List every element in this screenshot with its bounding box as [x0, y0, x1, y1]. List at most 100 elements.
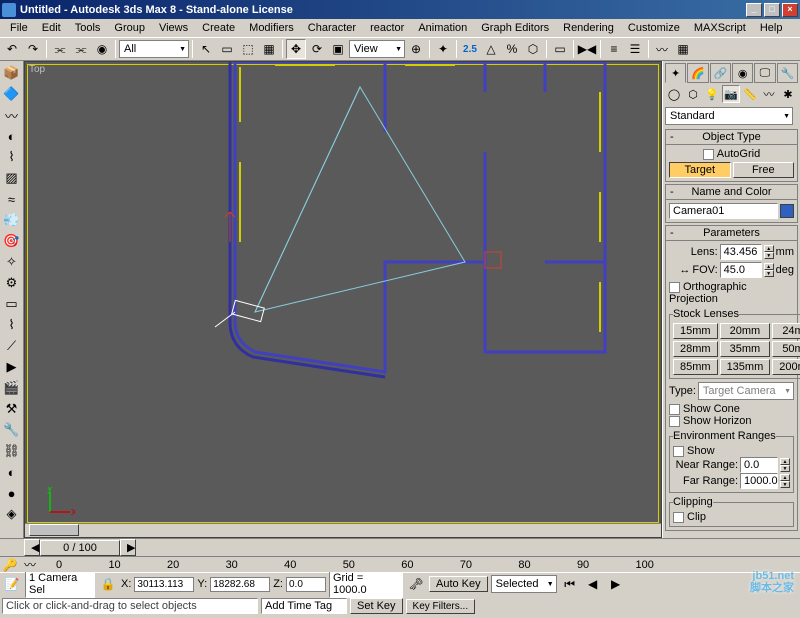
reactor-fracture-icon[interactable]: ✧: [2, 252, 22, 272]
mirror-button[interactable]: ▶◀: [577, 39, 597, 59]
timeslider-right-icon[interactable]: ▶: [120, 539, 136, 556]
script-listener-icon[interactable]: 📝: [2, 574, 22, 594]
autogrid-checkbox[interactable]: [703, 149, 714, 160]
menu-edit[interactable]: Edit: [36, 21, 67, 35]
x-coord-field[interactable]: 30113.113: [134, 577, 194, 592]
lens-35[interactable]: 35mm: [720, 341, 771, 357]
reactor-hinge-icon[interactable]: ◐: [2, 462, 22, 482]
minimize-button[interactable]: _: [746, 3, 762, 17]
snap-button[interactable]: 2.5: [460, 39, 480, 59]
ortho-checkbox[interactable]: [669, 282, 680, 293]
selection-filter-dropdown[interactable]: All: [119, 40, 189, 58]
keyfilters-button[interactable]: Key Filters...: [406, 599, 476, 614]
object-name-field[interactable]: Camera01: [669, 203, 778, 219]
far-range-field[interactable]: 1000.0: [740, 473, 778, 489]
time-slider[interactable]: ◀ 0 / 100 ▶: [0, 538, 800, 556]
menu-reactor[interactable]: reactor: [364, 21, 410, 35]
z-coord-field[interactable]: 0.0: [286, 577, 326, 592]
timeline-ruler[interactable]: 🔑〰 0102030405060708090100: [0, 556, 800, 572]
select-button[interactable]: ↖: [196, 39, 216, 59]
lens-24[interactable]: 24mm: [772, 323, 800, 339]
reactor-cloth-icon[interactable]: 〰: [2, 105, 22, 125]
shapes-subtab[interactable]: ⬡: [684, 85, 702, 103]
viewport[interactable]: Top: [24, 61, 662, 538]
curve-editor-button[interactable]: 〰: [652, 39, 672, 59]
fov-field[interactable]: 45.0: [720, 262, 762, 278]
lens-135[interactable]: 135mm: [720, 359, 771, 375]
lens-spinner[interactable]: ▲▼: [764, 245, 774, 259]
near-range-field[interactable]: 0.0: [740, 457, 778, 473]
reactor-dashpot-icon[interactable]: ⟋: [2, 336, 22, 356]
angle-snap-button[interactable]: △: [481, 39, 501, 59]
reactor-deform-icon[interactable]: ▨: [2, 168, 22, 188]
utilities-tab[interactable]: 🔧: [777, 63, 798, 83]
trackbar-curve-icon[interactable]: 〰: [20, 555, 40, 575]
play-icon[interactable]: ▶: [606, 574, 626, 594]
reactor-preview-icon[interactable]: ▶: [2, 357, 22, 377]
reactor-soft-icon[interactable]: ◐: [2, 126, 22, 146]
keyfilter-dropdown[interactable]: Selected: [491, 575, 557, 593]
rotate-button[interactable]: ⟳: [307, 39, 327, 59]
undo-button[interactable]: ↶: [2, 39, 22, 59]
cameras-subtab[interactable]: 📷: [722, 85, 740, 103]
hierarchy-tab[interactable]: 🔗: [710, 63, 731, 83]
helpers-subtab[interactable]: 📏: [741, 85, 759, 103]
camera-type-dropdown[interactable]: Standard: [665, 107, 793, 125]
menu-customize[interactable]: Customize: [622, 21, 686, 35]
maximize-button[interactable]: □: [764, 3, 780, 17]
reactor-ragdoll-icon[interactable]: ⛓: [2, 441, 22, 461]
showhorizon-checkbox[interactable]: [669, 416, 680, 427]
timeslider-left-icon[interactable]: ◀: [24, 539, 40, 556]
reactor-anim-icon[interactable]: 🎬: [2, 378, 22, 398]
goto-start-icon[interactable]: ⏮: [560, 574, 580, 594]
unlink-button[interactable]: ⫘: [71, 39, 91, 59]
showcone-checkbox[interactable]: [669, 404, 680, 415]
prev-frame-icon[interactable]: ◀: [583, 574, 603, 594]
layers-button[interactable]: ☰: [625, 39, 645, 59]
manipulate-button[interactable]: ✦: [433, 39, 453, 59]
menu-help[interactable]: Help: [754, 21, 789, 35]
target-button[interactable]: Target: [669, 162, 731, 178]
menu-maxscript[interactable]: MAXScript: [688, 21, 752, 35]
timeslider-thumb[interactable]: 0 / 100: [40, 540, 120, 556]
reactor-motor-icon[interactable]: ⚙: [2, 273, 22, 293]
lens-15[interactable]: 15mm: [673, 323, 718, 339]
timetag-field[interactable]: Add Time Tag: [261, 598, 347, 614]
menu-character[interactable]: Character: [302, 21, 362, 35]
percent-snap-button[interactable]: %: [502, 39, 522, 59]
menu-file[interactable]: File: [4, 21, 34, 35]
envshow-checkbox[interactable]: [673, 446, 684, 457]
reactor-plane-icon[interactable]: ▭: [2, 294, 22, 314]
reactor-wind-icon[interactable]: 💨: [2, 210, 22, 230]
lock-icon[interactable]: 🔒: [98, 574, 118, 594]
refcoord-dropdown[interactable]: View: [349, 40, 405, 58]
reactor-point-icon[interactable]: ●: [2, 483, 22, 503]
reactor-spring-icon[interactable]: ⌇: [2, 315, 22, 335]
reactor-rigid-icon[interactable]: 🔷: [2, 84, 22, 104]
menu-views[interactable]: Views: [153, 21, 194, 35]
trackbar-key-icon[interactable]: 🔑: [0, 555, 20, 575]
lens-85[interactable]: 85mm: [673, 359, 718, 375]
select-rect-button[interactable]: ⬚: [238, 39, 258, 59]
window-crossing-button[interactable]: ▦: [259, 39, 279, 59]
align-button[interactable]: ≡: [604, 39, 624, 59]
keymode-icon[interactable]: 🗝: [406, 574, 426, 594]
bind-button[interactable]: ◉: [92, 39, 112, 59]
y-coord-field[interactable]: 18282.68: [210, 577, 270, 592]
redo-button[interactable]: ↷: [23, 39, 43, 59]
lights-subtab[interactable]: 💡: [703, 85, 721, 103]
fov-dir-icon[interactable]: ↔: [679, 264, 690, 276]
display-tab[interactable]: 🖵: [754, 63, 775, 83]
spinner-snap-button[interactable]: ⬡: [523, 39, 543, 59]
reactor-create-icon[interactable]: 📦: [2, 63, 22, 83]
reactor-prop-icon[interactable]: ⚒: [2, 399, 22, 419]
clip-checkbox[interactable]: [673, 512, 684, 523]
free-button[interactable]: Free: [733, 162, 795, 178]
menu-create[interactable]: Create: [196, 21, 241, 35]
reactor-prism-icon[interactable]: ◈: [2, 504, 22, 524]
menu-animation[interactable]: Animation: [412, 21, 473, 35]
menu-group[interactable]: Group: [108, 21, 151, 35]
lens-200[interactable]: 200mm: [772, 359, 800, 375]
motion-tab[interactable]: ◉: [732, 63, 753, 83]
spacewarps-subtab[interactable]: 〰: [760, 85, 778, 103]
